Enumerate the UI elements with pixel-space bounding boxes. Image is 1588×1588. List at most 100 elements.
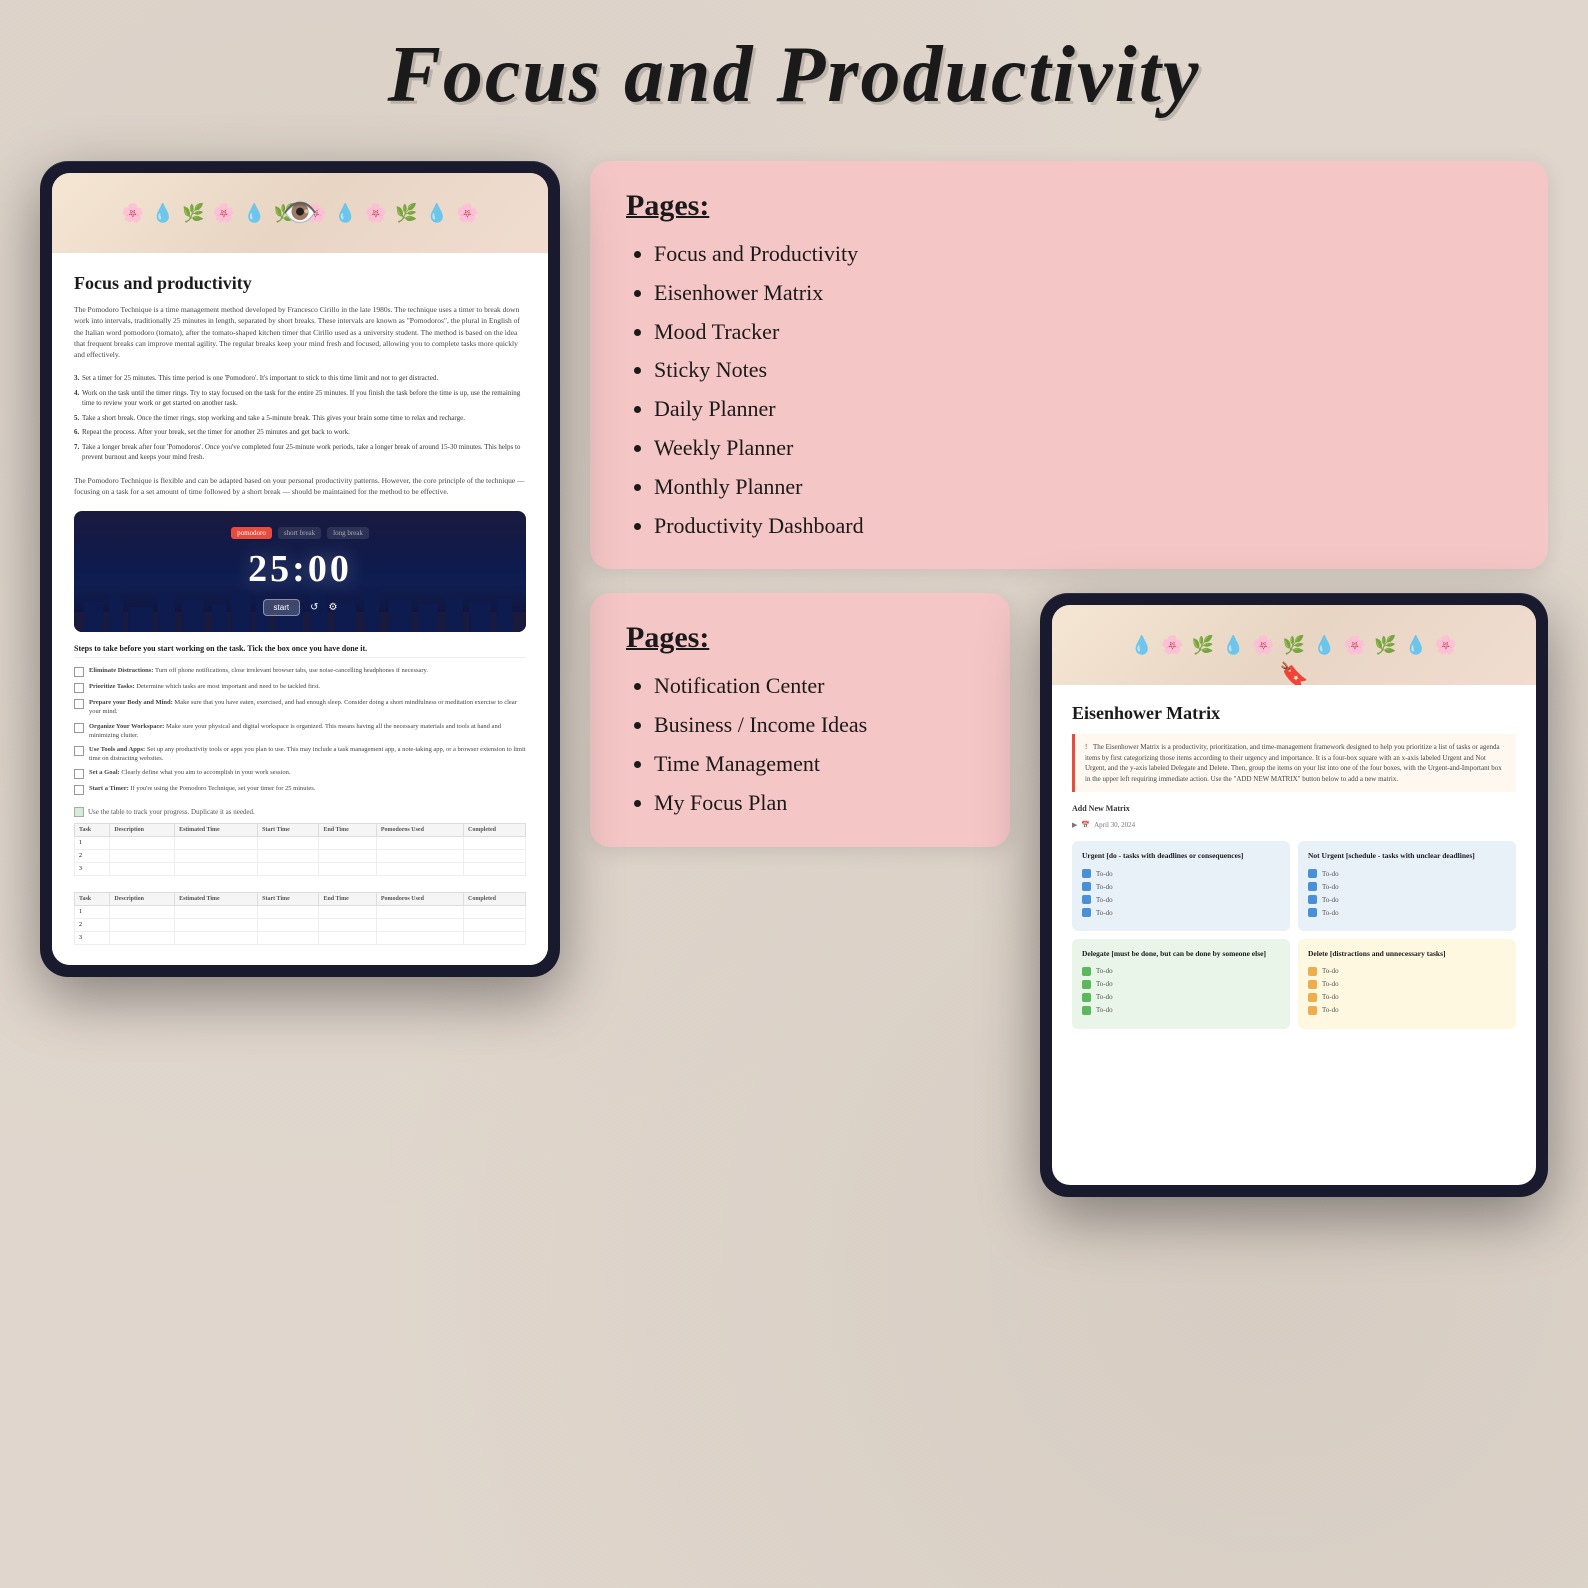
timer-tab-short[interactable]: short break — [278, 527, 321, 539]
notion-page-title-1: Focus and productivity — [74, 273, 526, 294]
flower-1: 🌸 — [121, 203, 143, 224]
checklist-item-2: Prioritize Tasks: Determine which tasks … — [74, 682, 526, 693]
checkbox-5[interactable] — [74, 746, 84, 756]
top-page-item-6[interactable]: Weekly Planner — [654, 433, 1512, 464]
delegate-label-1: To-do — [1096, 967, 1113, 975]
not-urgent-check-2[interactable] — [1308, 882, 1317, 891]
not-urgent-check-3[interactable] — [1308, 895, 1317, 904]
urgent-check-1[interactable] — [1082, 869, 1091, 878]
delete-check-4[interactable] — [1308, 1006, 1317, 1015]
flower-2-7: 💧 — [1313, 635, 1335, 656]
matrix-title: Eisenhower Matrix — [1072, 703, 1516, 724]
bottom-section: Pages: Notification Center Business / In… — [590, 593, 1548, 1197]
table-note: Use the table to track your progress. Du… — [74, 807, 526, 817]
checklist-item-3: Prepare your Body and Mind: Make sure th… — [74, 698, 526, 716]
step-text-7: Start a Timer: If you're using the Pomod… — [89, 784, 315, 793]
checkbox-6[interactable] — [74, 769, 84, 779]
delegate-check-3[interactable] — [1082, 993, 1091, 1002]
bottom-left-pages-card: Pages: Notification Center Business / In… — [590, 593, 1010, 846]
delegate-title: Delegate [must be done, but can be done … — [1082, 949, 1280, 959]
notion-body-1: The Pomodoro Technique is a time managem… — [74, 304, 526, 360]
flower-2-6: 🌿 — [1283, 635, 1305, 656]
top-right-pages-card: Pages: Focus and Productivity Eisenhower… — [590, 161, 1548, 569]
notion-steps: Set a timer for 25 minutes. This time pe… — [74, 374, 526, 463]
table-section: Use the table to track your progress. Du… — [74, 807, 526, 945]
urgent-todo-2: To-do — [1082, 882, 1280, 891]
flower-2-3: 🌿 — [1192, 635, 1214, 656]
table-note-checkbox[interactable] — [74, 807, 84, 817]
delete-check-2[interactable] — [1308, 980, 1317, 989]
bottom-page-item-1[interactable]: Notification Center — [654, 671, 974, 702]
flower-2-11: 🌸 — [1435, 635, 1457, 656]
urgent-label-1: To-do — [1096, 870, 1113, 878]
bottom-page-item-4[interactable]: My Focus Plan — [654, 788, 974, 819]
top-page-item-8[interactable]: Productivity Dashboard — [654, 511, 1512, 542]
step-text-5: Use Tools and Apps: Set up any productiv… — [89, 745, 526, 763]
urgent-check-4[interactable] — [1082, 908, 1091, 917]
floral-header-1: 🌸 💧 🌿 🌸 💧 🌿 🌸 💧 🌸 🌿 💧 🌸 👁️ — [52, 173, 548, 253]
urgent-check-3[interactable] — [1082, 895, 1091, 904]
urgent-label-3: To-do — [1096, 896, 1113, 904]
top-pages-title: Pages: — [626, 189, 1512, 223]
checkbox-7[interactable] — [74, 785, 84, 795]
top-page-item-3[interactable]: Mood Tracker — [654, 317, 1512, 348]
top-page-item-5[interactable]: Daily Planner — [654, 394, 1512, 425]
bottom-page-item-3[interactable]: Time Management — [654, 749, 974, 780]
top-page-item-7[interactable]: Monthly Planner — [654, 472, 1512, 503]
step-text-3: Prepare your Body and Mind: Make sure th… — [89, 698, 526, 716]
top-page-item-2[interactable]: Eisenhower Matrix — [654, 278, 1512, 309]
matrix-content: Eisenhower Matrix ! The Eisenhower Matri… — [1052, 685, 1536, 1047]
delete-check-3[interactable] — [1308, 993, 1317, 1002]
progress-table: Task Description Estimated Time Start Ti… — [74, 823, 526, 876]
delegate-check-4[interactable] — [1082, 1006, 1091, 1015]
not-urgent-label-1: To-do — [1322, 870, 1339, 878]
not-urgent-check-4[interactable] — [1308, 908, 1317, 917]
delete-todo-4: To-do — [1308, 1006, 1506, 1015]
flower-2-8: 🌸 — [1344, 635, 1366, 656]
timer-settings-icon[interactable]: ⚙ — [328, 602, 337, 613]
table-row: 1 — [75, 836, 526, 849]
bottom-page-item-2[interactable]: Business / Income Ideas — [654, 710, 974, 741]
top-page-item-1[interactable]: Focus and Productivity — [654, 239, 1512, 270]
flower-5: 💧 — [243, 203, 265, 224]
date-icon: 📅 — [1081, 821, 1090, 829]
urgent-todo-3: To-do — [1082, 895, 1280, 904]
right-panel: Pages: Focus and Productivity Eisenhower… — [590, 161, 1548, 1197]
delete-label-4: To-do — [1322, 1006, 1339, 1014]
flower-3: 🌿 — [182, 203, 204, 224]
urgent-label-2: To-do — [1096, 883, 1113, 891]
checkbox-2[interactable] — [74, 683, 84, 693]
checkbox-1[interactable] — [74, 667, 84, 677]
delegate-label-2: To-do — [1096, 980, 1113, 988]
matrix-date: ▶ 📅 April 30, 2024 — [1072, 821, 1516, 829]
col-comp: Completed — [464, 823, 526, 836]
not-urgent-todo-3: To-do — [1308, 895, 1506, 904]
checkbox-4[interactable] — [74, 723, 84, 733]
add-matrix-button[interactable]: Add New Matrix — [1072, 804, 1516, 813]
flower-11: 💧 — [426, 203, 448, 224]
col-est: Estimated Time — [175, 823, 258, 836]
urgent-title: Urgent [do - tasks with deadlines or con… — [1082, 851, 1280, 861]
top-pages-list: Focus and Productivity Eisenhower Matrix… — [626, 239, 1512, 541]
urgent-todo-1: To-do — [1082, 869, 1280, 878]
timer-tab-long[interactable]: long break — [327, 527, 369, 539]
timer-tab-pomodoro[interactable]: pomodoro — [231, 527, 272, 539]
col-pom: Pomodoros Used — [376, 823, 463, 836]
delete-check-1[interactable] — [1308, 967, 1317, 976]
timer-start-button[interactable]: start — [263, 599, 301, 616]
flower-10: 🌿 — [395, 203, 417, 224]
flower-2-1: 💧 — [1131, 635, 1153, 656]
delegate-todo-4: To-do — [1082, 1006, 1280, 1015]
table-header-row: Task Description Estimated Time Start Ti… — [75, 823, 526, 836]
tablet-1-screen: 🌸 💧 🌿 🌸 💧 🌿 🌸 💧 🌸 🌿 💧 🌸 👁️ — [52, 173, 548, 965]
flower-4: 🌸 — [213, 203, 235, 224]
delegate-check-1[interactable] — [1082, 967, 1091, 976]
timer-refresh-icon[interactable]: ↺ — [310, 602, 318, 613]
checkbox-3[interactable] — [74, 699, 84, 709]
top-page-item-4[interactable]: Sticky Notes — [654, 355, 1512, 386]
urgent-check-2[interactable] — [1082, 882, 1091, 891]
bottom-pages-title: Pages: — [626, 621, 974, 655]
delegate-check-2[interactable] — [1082, 980, 1091, 989]
not-urgent-check-1[interactable] — [1308, 869, 1317, 878]
flower-2-10: 💧 — [1404, 635, 1426, 656]
